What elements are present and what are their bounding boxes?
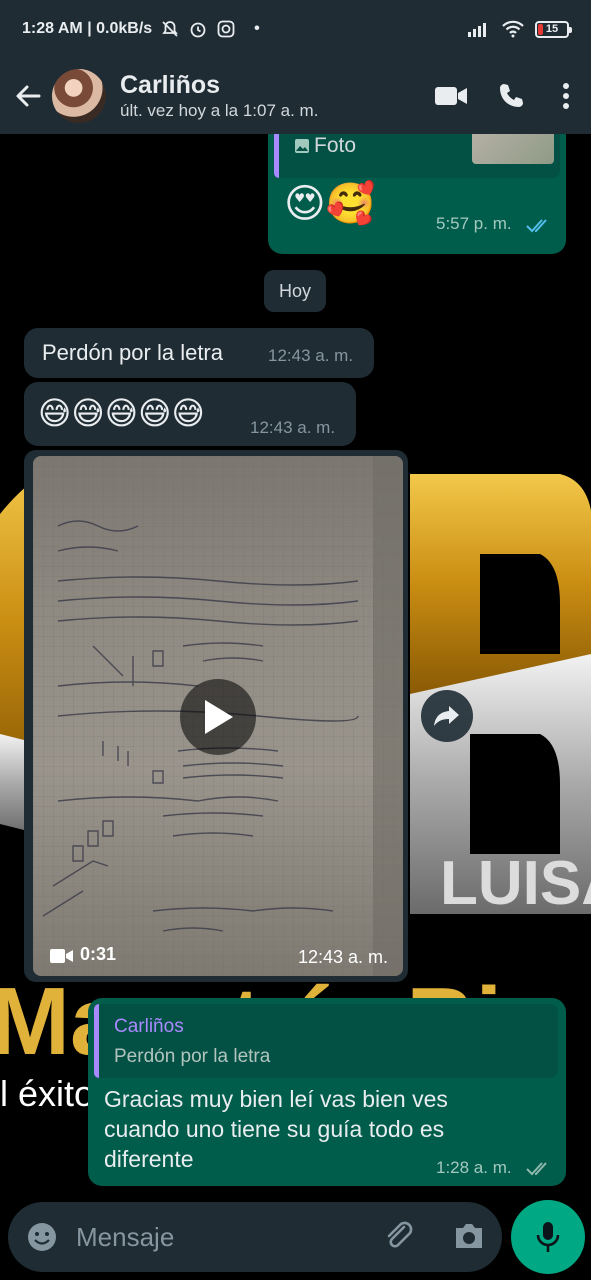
message-time: 5:57 p. m. bbox=[436, 214, 512, 233]
date-label: Hoy bbox=[278, 280, 311, 301]
status-bar: 1:28 AM | 0.0kB/s • 15 bbox=[0, 0, 591, 58]
contact-avatar[interactable] bbox=[52, 69, 106, 123]
date-divider: Hoy bbox=[264, 270, 326, 312]
incoming-message-1[interactable]: Perdón por la letra 12:43 a. m. bbox=[24, 328, 374, 378]
message-input[interactable]: Mensaje bbox=[76, 1222, 174, 1253]
status-thumbnail bbox=[472, 134, 554, 164]
image-icon bbox=[295, 139, 309, 153]
message-time: 12:43 a. m. bbox=[268, 346, 354, 365]
forward-icon bbox=[434, 706, 459, 726]
chat-header: Carliños últ. vez hoy a la 1:07 a. m. bbox=[0, 58, 591, 134]
instagram-icon bbox=[217, 20, 235, 38]
video-camera-icon bbox=[435, 87, 467, 105]
wallpaper-brand: LUISA bbox=[440, 849, 591, 918]
message-time: 12:43 a. m. bbox=[298, 947, 389, 967]
phone-icon bbox=[500, 84, 523, 107]
emoji-icon[interactable] bbox=[26, 1221, 58, 1253]
last-seen: últ. vez hoy a la 1:07 a. m. bbox=[120, 101, 319, 120]
message-time: 12:43 a. m. bbox=[250, 418, 336, 437]
quote-author: Carliños bbox=[114, 1016, 184, 1037]
voice-record-button[interactable] bbox=[511, 1200, 585, 1274]
reply-quote[interactable]: Carliños Perdón por la letra bbox=[94, 1004, 558, 1078]
emoji-message: 😅😅😅😅😅 bbox=[38, 395, 205, 431]
play-button[interactable] bbox=[180, 679, 256, 755]
video-duration: 0:31 bbox=[80, 944, 117, 964]
more-vertical-icon bbox=[563, 83, 569, 109]
contact-info[interactable]: Carliños últ. vez hoy a la 1:07 a. m. bbox=[120, 70, 318, 122]
quote-label: Foto bbox=[314, 134, 357, 157]
incoming-message-2[interactable]: 😅😅😅😅😅 12:43 a. m. bbox=[24, 382, 356, 446]
message-time: 1:28 a. m. bbox=[436, 1158, 512, 1177]
back-button[interactable] bbox=[4, 72, 52, 120]
alarm-icon bbox=[190, 22, 206, 38]
video-camera-icon bbox=[50, 949, 73, 963]
contact-name: Carliños bbox=[120, 71, 221, 99]
outgoing-reply-message[interactable]: Carliños Perdón por la letra Gracias muy… bbox=[88, 998, 566, 1186]
status-reply-quote[interactable]: Foto bbox=[274, 134, 560, 178]
camera-icon[interactable] bbox=[452, 1220, 486, 1252]
status-dot: • bbox=[254, 20, 260, 37]
message-input-bar: Mensaje bbox=[8, 1202, 502, 1272]
paperclip-icon[interactable] bbox=[382, 1219, 416, 1253]
more-options-button[interactable] bbox=[541, 72, 591, 120]
emoji-message: 😍🥰 bbox=[284, 182, 376, 226]
forward-button[interactable] bbox=[421, 690, 473, 742]
quote-text: Perdón por la letra bbox=[114, 1046, 271, 1067]
read-ticks-icon bbox=[526, 1162, 547, 1176]
chat-area[interactable]: LUISA Maestría Bie l éxito ...mic Foto 😍… bbox=[0, 134, 591, 1196]
signal-icon bbox=[468, 23, 486, 37]
status-time: 1:28 AM | 0.0kB/s bbox=[22, 20, 153, 37]
video-call-button[interactable] bbox=[421, 72, 481, 120]
read-ticks-icon bbox=[526, 219, 547, 233]
arrow-left-icon bbox=[16, 85, 41, 107]
outgoing-message-previous[interactable]: Foto 😍🥰 5:57 p. m. bbox=[268, 134, 566, 254]
voice-call-button[interactable] bbox=[481, 72, 541, 120]
wifi-icon bbox=[502, 20, 524, 38]
battery-level: 15 bbox=[545, 22, 559, 35]
mute-icon bbox=[162, 21, 178, 37]
message-text: Perdón por la letra bbox=[42, 340, 223, 365]
play-icon bbox=[205, 700, 233, 734]
microphone-icon bbox=[536, 1222, 560, 1252]
battery-icon: 15 bbox=[535, 20, 572, 38]
